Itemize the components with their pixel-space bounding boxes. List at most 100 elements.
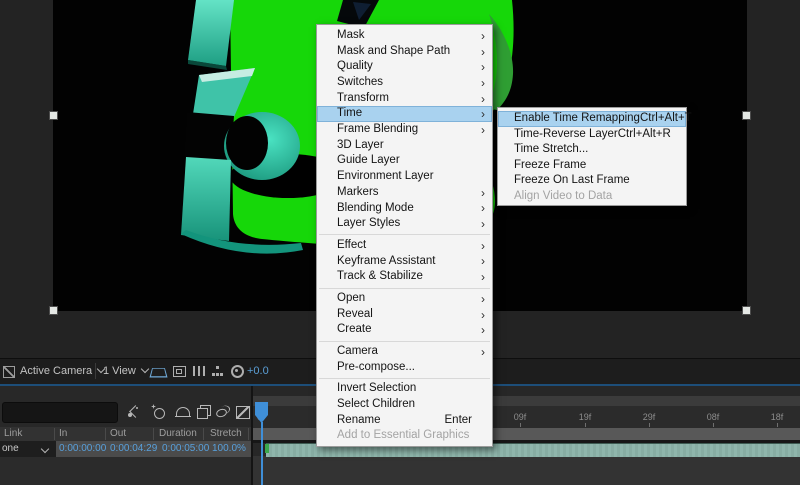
chevron-down-icon xyxy=(141,365,149,373)
chevron-down-icon[interactable] xyxy=(41,445,49,453)
submenu-arrow-icon: › xyxy=(481,239,485,253)
menu-item-freeze-frame[interactable]: Freeze Frame xyxy=(498,158,686,174)
timeline-column-header: Link In Out Duration Stretch xyxy=(0,427,251,441)
stretch-value[interactable]: 100.0% xyxy=(212,443,246,454)
graph-editor-icon[interactable] xyxy=(235,404,251,420)
submenu-arrow-icon: › xyxy=(481,123,485,137)
menu-item-rename[interactable]: RenameEnter xyxy=(317,413,492,429)
menu-item-transform[interactable]: Transform› xyxy=(317,91,492,107)
brainstorm-layers-icon[interactable] xyxy=(195,404,211,420)
submenu-arrow-icon: › xyxy=(481,270,485,284)
show-channel-icon[interactable] xyxy=(193,366,205,376)
column-divider xyxy=(203,428,204,440)
menu-item-camera[interactable]: Camera› xyxy=(317,344,492,360)
menu-shortcut: Ctrl+Alt+T xyxy=(640,111,692,127)
menu-item-time[interactable]: Time› xyxy=(317,106,492,122)
layer-values-row: one 0:00:00:00 0:00:04:29 0:00:05:00 100… xyxy=(0,441,251,457)
menu-shortcut: Ctrl+Alt+R xyxy=(618,127,671,143)
comp-flowchart-icon[interactable] xyxy=(127,404,143,420)
menu-item-blending-mode[interactable]: Blending Mode› xyxy=(317,201,492,217)
menu-item-effect[interactable]: Effect› xyxy=(317,238,492,254)
menu-item-3d-layer[interactable]: 3D Layer xyxy=(317,138,492,154)
selection-handle-bottom-left[interactable] xyxy=(49,306,58,315)
out-value[interactable]: 0:00:04:29 xyxy=(110,443,157,454)
menu-separator xyxy=(319,234,490,235)
link-dropdown-value[interactable]: one xyxy=(2,443,19,454)
ruler-label: 19f xyxy=(571,412,599,422)
menu-item-add-to-essential-graphics[interactable]: Add to Essential Graphics xyxy=(317,429,492,445)
column-in[interactable]: In xyxy=(59,428,67,439)
menu-item-mask-and-shape-path[interactable]: Mask and Shape Path› xyxy=(317,44,492,60)
menu-item-open[interactable]: Open› xyxy=(317,291,492,307)
column-divider xyxy=(153,428,154,440)
menu-item-enable-time-remapping[interactable]: Enable Time RemappingCtrl+Alt+T xyxy=(498,111,686,127)
menu-item-freeze-on-last-frame[interactable]: Freeze On Last Frame xyxy=(498,173,686,189)
column-divider xyxy=(54,428,55,440)
submenu-arrow-icon: › xyxy=(481,76,485,90)
pane-divider xyxy=(251,386,253,485)
menu-item-environment-layer[interactable]: Environment Layer xyxy=(317,169,492,185)
menu-item-reveal[interactable]: Reveal› xyxy=(317,307,492,323)
column-link[interactable]: Link xyxy=(4,428,22,439)
column-stretch[interactable]: Stretch xyxy=(210,428,242,439)
transparency-grid-icon[interactable] xyxy=(3,366,15,378)
submenu-arrow-icon: › xyxy=(481,308,485,322)
column-out[interactable]: Out xyxy=(110,428,126,439)
menu-item-frame-blending[interactable]: Frame Blending› xyxy=(317,122,492,138)
submenu-arrow-icon: › xyxy=(481,186,485,200)
layer-in-point-marker xyxy=(265,444,269,453)
menu-item-align-video-to-data[interactable]: Align Video to Data xyxy=(498,189,686,205)
submenu-arrow-icon: › xyxy=(481,29,485,43)
ruler-label: 29f xyxy=(635,412,663,422)
playhead-line xyxy=(261,422,263,485)
submenu-arrow-icon: › xyxy=(481,217,485,231)
submenu-arrow-icon: › xyxy=(481,60,485,74)
menu-item-markers[interactable]: Markers› xyxy=(317,185,492,201)
submenu-arrow-icon: › xyxy=(481,92,485,106)
exposure-value[interactable]: +0.0 xyxy=(247,365,269,377)
menu-item-track-stabilize[interactable]: Track & Stabilize› xyxy=(317,269,492,285)
ruler-label: 08f xyxy=(699,412,727,422)
submenu-arrow-icon: › xyxy=(481,107,485,121)
view-layout-dropdown[interactable]: 1 View xyxy=(103,365,148,377)
motion-blur-icon[interactable] xyxy=(175,404,191,420)
column-duration[interactable]: Duration xyxy=(159,428,197,439)
toolbar-divider xyxy=(95,363,96,379)
perspective-view-icon[interactable] xyxy=(149,368,167,377)
ruler-tick xyxy=(520,423,521,427)
submenu-arrow-icon: › xyxy=(481,345,485,359)
timeline-track-background xyxy=(253,456,800,485)
menu-separator xyxy=(319,288,490,289)
timeline-search-field[interactable] xyxy=(2,402,118,423)
in-value[interactable]: 0:00:00:00 xyxy=(59,443,106,454)
menu-item-time-stretch[interactable]: Time Stretch... xyxy=(498,142,686,158)
submenu-arrow-icon: › xyxy=(481,254,485,268)
menu-item-keyframe-assistant[interactable]: Keyframe Assistant› xyxy=(317,254,492,270)
menu-item-layer-styles[interactable]: Layer Styles› xyxy=(317,216,492,232)
column-divider xyxy=(105,428,106,440)
selection-handle-left[interactable] xyxy=(49,111,58,120)
frame-blending-icon[interactable] xyxy=(151,404,167,420)
snapshot-icon[interactable] xyxy=(173,366,186,377)
exposure-aperture-icon[interactable] xyxy=(231,365,244,378)
menu-item-quality[interactable]: Quality› xyxy=(317,59,492,75)
column-divider xyxy=(248,428,249,440)
camera-view-dropdown[interactable]: Active Camera xyxy=(20,365,104,377)
selection-handle-bottom-right[interactable] xyxy=(742,306,751,315)
selection-handle-right[interactable] xyxy=(742,111,751,120)
menu-item-create[interactable]: Create› xyxy=(317,322,492,338)
menu-item-mask[interactable]: Mask› xyxy=(317,28,492,44)
duration-value[interactable]: 0:00:05:00 xyxy=(162,443,209,454)
menu-separator xyxy=(319,341,490,342)
menu-item-invert-selection[interactable]: Invert Selection xyxy=(317,381,492,397)
submenu-arrow-icon: › xyxy=(481,292,485,306)
menu-item-time-reverse-layer[interactable]: Time-Reverse LayerCtrl+Alt+R xyxy=(498,127,686,143)
draft-3d-icon[interactable] xyxy=(215,404,231,420)
menu-item-switches[interactable]: Switches› xyxy=(317,75,492,91)
menu-item-select-children[interactable]: Select Children xyxy=(317,397,492,413)
menu-item-guide-layer[interactable]: Guide Layer xyxy=(317,154,492,170)
timeline-left-pane: Link In Out Duration Stretch one 0:00:00… xyxy=(0,386,251,485)
mini-flowchart-icon[interactable] xyxy=(212,366,224,376)
menu-item-pre-compose[interactable]: Pre-compose... xyxy=(317,360,492,376)
menu-separator xyxy=(319,378,490,379)
